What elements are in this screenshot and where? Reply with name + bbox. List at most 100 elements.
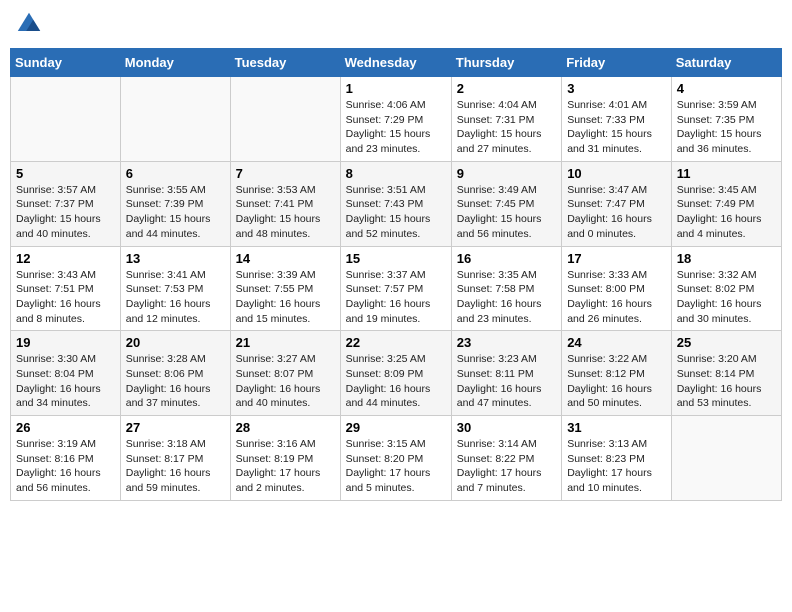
calendar-cell: 10 Sunrise: 3:47 AM Sunset: 7:47 PM Dayli… [562,161,672,246]
day-number: 23 [457,335,556,350]
day-number: 4 [677,81,776,96]
calendar-cell: 25 Sunrise: 3:20 AM Sunset: 8:14 PM Dayli… [671,331,781,416]
calendar-cell: 9Sunrise: 3:49 AM Sunset: 7:45 PM Daylig… [451,161,561,246]
day-info: Sunrise: 3:51 AM Sunset: 7:43 PM Dayligh… [346,183,446,242]
day-info: Sunrise: 3:32 AM Sunset: 8:02 PM Dayligh… [677,268,776,327]
day-number: 21 [236,335,335,350]
day-number: 27 [126,420,225,435]
calendar-cell: 23 Sunrise: 3:23 AM Sunset: 8:11 PM Dayli… [451,331,561,416]
day-info: Sunrise: 4:01 AM Sunset: 7:33 PM Dayligh… [567,98,666,157]
calendar-cell: 14Sunrise: 3:39 AM Sunset: 7:55 PM Dayli… [230,246,340,331]
weekday-header-sunday: Sunday [11,49,121,77]
day-number: 7 [236,166,335,181]
calendar-cell [671,416,781,501]
day-info: Sunrise: 3:16 AM Sunset: 8:19 PM Dayligh… [236,437,335,496]
calendar-week-2: 5Sunrise: 3:57 AM Sunset: 7:37 PM Daylig… [11,161,782,246]
calendar-cell: 11 Sunrise: 3:45 AM Sunset: 7:49 PM Dayli… [671,161,781,246]
day-number: 16 [457,251,556,266]
weekday-header-tuesday: Tuesday [230,49,340,77]
calendar-cell [11,77,121,162]
day-number: 18 [677,251,776,266]
weekday-header-saturday: Saturday [671,49,781,77]
day-number: 11 [677,166,776,181]
calendar-cell: 19 Sunrise: 3:30 AM Sunset: 8:04 PM Dayli… [11,331,121,416]
calendar-week-5: 26Sunrise: 3:19 AM Sunset: 8:16 PM Dayli… [11,416,782,501]
day-number: 30 [457,420,556,435]
day-info: Sunrise: 3:33 AM Sunset: 8:00 PM Dayligh… [567,268,666,327]
calendar-cell: 6 Sunrise: 3:55 AM Sunset: 7:39 PM Daylig… [120,161,230,246]
calendar-week-4: 19 Sunrise: 3:30 AM Sunset: 8:04 PM Dayli… [11,331,782,416]
day-number: 25 [677,335,776,350]
calendar-week-1: 1 Sunrise: 4:06 AM Sunset: 7:29 PM Daylig… [11,77,782,162]
logo [15,10,47,38]
day-info: Sunrise: 3:41 AM Sunset: 7:53 PM Dayligh… [126,268,225,327]
calendar-cell: 21 Sunrise: 3:27 AM Sunset: 8:07 PM Dayli… [230,331,340,416]
logo-icon [15,10,43,38]
calendar-cell: 1 Sunrise: 4:06 AM Sunset: 7:29 PM Daylig… [340,77,451,162]
day-info: Sunrise: 3:35 AM Sunset: 7:58 PM Dayligh… [457,268,556,327]
calendar-cell: 30 Sunrise: 3:14 AM Sunset: 8:22 PM Dayli… [451,416,561,501]
day-info: Sunrise: 4:04 AM Sunset: 7:31 PM Dayligh… [457,98,556,157]
day-number: 8 [346,166,446,181]
day-info: Sunrise: 3:14 AM Sunset: 8:22 PM Dayligh… [457,437,556,496]
day-info: Sunrise: 3:15 AM Sunset: 8:20 PM Dayligh… [346,437,446,496]
calendar-cell: 29Sunrise: 3:15 AM Sunset: 8:20 PM Dayli… [340,416,451,501]
day-info: Sunrise: 3:45 AM Sunset: 7:49 PM Dayligh… [677,183,776,242]
calendar-cell [230,77,340,162]
day-info: Sunrise: 3:28 AM Sunset: 8:06 PM Dayligh… [126,352,225,411]
day-number: 24 [567,335,666,350]
calendar-cell [120,77,230,162]
day-number: 3 [567,81,666,96]
calendar-cell: 24 Sunrise: 3:22 AM Sunset: 8:12 PM Dayli… [562,331,672,416]
day-info: Sunrise: 3:30 AM Sunset: 8:04 PM Dayligh… [16,352,115,411]
calendar-cell: 12 Sunrise: 3:43 AM Sunset: 7:51 PM Dayli… [11,246,121,331]
day-number: 5 [16,166,115,181]
day-info: Sunrise: 3:37 AM Sunset: 7:57 PM Dayligh… [346,268,446,327]
page-header [10,10,782,38]
calendar-cell: 3 Sunrise: 4:01 AM Sunset: 7:33 PM Daylig… [562,77,672,162]
weekday-header-thursday: Thursday [451,49,561,77]
day-info: Sunrise: 4:06 AM Sunset: 7:29 PM Dayligh… [346,98,446,157]
day-number: 17 [567,251,666,266]
day-number: 13 [126,251,225,266]
day-number: 6 [126,166,225,181]
day-info: Sunrise: 3:22 AM Sunset: 8:12 PM Dayligh… [567,352,666,411]
calendar-cell: 15Sunrise: 3:37 AM Sunset: 7:57 PM Dayli… [340,246,451,331]
day-info: Sunrise: 3:43 AM Sunset: 7:51 PM Dayligh… [16,268,115,327]
day-info: Sunrise: 3:23 AM Sunset: 8:11 PM Dayligh… [457,352,556,411]
calendar-cell: 2 Sunrise: 4:04 AM Sunset: 7:31 PM Daylig… [451,77,561,162]
day-number: 10 [567,166,666,181]
calendar-cell: 13 Sunrise: 3:41 AM Sunset: 7:53 PM Dayli… [120,246,230,331]
calendar-cell: 18 Sunrise: 3:32 AM Sunset: 8:02 PM Dayli… [671,246,781,331]
calendar-cell: 17 Sunrise: 3:33 AM Sunset: 8:00 PM Dayli… [562,246,672,331]
day-number: 1 [346,81,446,96]
day-number: 2 [457,81,556,96]
calendar-header-row: SundayMondayTuesdayWednesdayThursdayFrid… [11,49,782,77]
day-info: Sunrise: 3:39 AM Sunset: 7:55 PM Dayligh… [236,268,335,327]
day-number: 28 [236,420,335,435]
calendar-cell: 31Sunrise: 3:13 AM Sunset: 8:23 PM Dayli… [562,416,672,501]
calendar-table: SundayMondayTuesdayWednesdayThursdayFrid… [10,48,782,501]
day-info: Sunrise: 3:55 AM Sunset: 7:39 PM Dayligh… [126,183,225,242]
day-info: Sunrise: 3:59 AM Sunset: 7:35 PM Dayligh… [677,98,776,157]
weekday-header-friday: Friday [562,49,672,77]
day-number: 22 [346,335,446,350]
day-number: 26 [16,420,115,435]
calendar-cell: 8 Sunrise: 3:51 AM Sunset: 7:43 PM Daylig… [340,161,451,246]
calendar-cell: 22Sunrise: 3:25 AM Sunset: 8:09 PM Dayli… [340,331,451,416]
calendar-cell: 28 Sunrise: 3:16 AM Sunset: 8:19 PM Dayli… [230,416,340,501]
day-info: Sunrise: 3:13 AM Sunset: 8:23 PM Dayligh… [567,437,666,496]
day-number: 9 [457,166,556,181]
weekday-header-monday: Monday [120,49,230,77]
day-info: Sunrise: 3:18 AM Sunset: 8:17 PM Dayligh… [126,437,225,496]
day-number: 19 [16,335,115,350]
calendar-cell: 26Sunrise: 3:19 AM Sunset: 8:16 PM Dayli… [11,416,121,501]
day-info: Sunrise: 3:27 AM Sunset: 8:07 PM Dayligh… [236,352,335,411]
day-number: 12 [16,251,115,266]
day-info: Sunrise: 3:20 AM Sunset: 8:14 PM Dayligh… [677,352,776,411]
calendar-cell: 4 Sunrise: 3:59 AM Sunset: 7:35 PM Daylig… [671,77,781,162]
day-info: Sunrise: 3:47 AM Sunset: 7:47 PM Dayligh… [567,183,666,242]
calendar-cell: 7 Sunrise: 3:53 AM Sunset: 7:41 PM Daylig… [230,161,340,246]
calendar-cell: 5Sunrise: 3:57 AM Sunset: 7:37 PM Daylig… [11,161,121,246]
day-info: Sunrise: 3:53 AM Sunset: 7:41 PM Dayligh… [236,183,335,242]
